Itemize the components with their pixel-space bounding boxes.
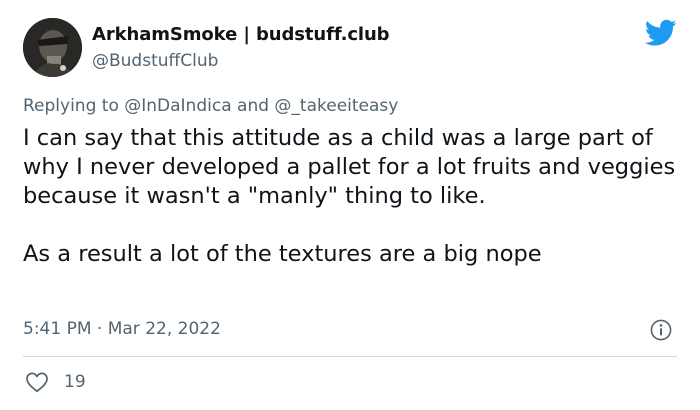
tweet-paragraph: As a result a lot of the textures are a …	[23, 241, 542, 267]
display-name[interactable]: ArkhamSmoke | budstuff.club	[92, 24, 390, 45]
replying-to-joiner: and	[231, 96, 275, 116]
tweet-paragraph: I can say that this attitude as a child …	[23, 125, 683, 209]
mention-link[interactable]: @InDaIndica	[124, 96, 231, 116]
twitter-bird-icon[interactable]	[645, 19, 677, 47]
tweet-text: I can say that this attitude as a child …	[23, 124, 683, 269]
replying-to: Replying to @InDaIndica and @_takeeiteas…	[23, 96, 398, 116]
user-handle[interactable]: @BudstuffClub	[92, 51, 218, 71]
divider	[23, 356, 677, 357]
tweet-timestamp[interactable]: 5:41 PM · Mar 22, 2022	[23, 319, 221, 339]
heart-icon[interactable]	[25, 371, 49, 393]
avatar-image	[23, 18, 82, 77]
info-icon[interactable]	[650, 319, 672, 341]
replying-to-prefix: Replying to	[23, 96, 125, 116]
avatar[interactable]	[23, 18, 82, 77]
mention-link[interactable]: @_takeeiteasy	[274, 96, 398, 116]
like-count: 19	[64, 372, 86, 392]
